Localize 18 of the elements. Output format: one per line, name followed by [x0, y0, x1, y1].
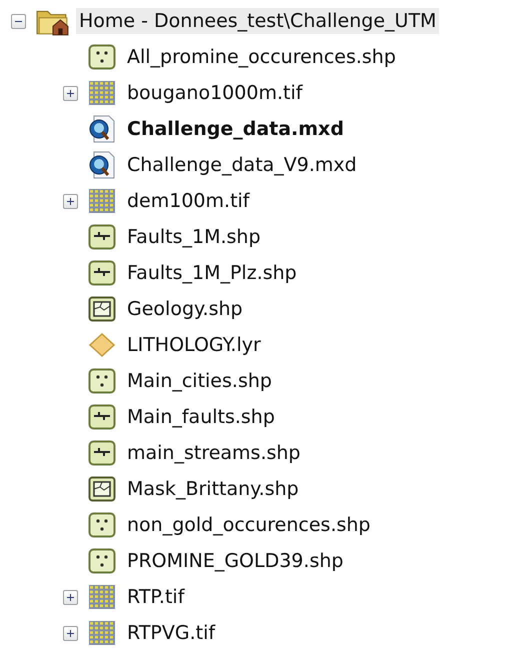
tree-item[interactable]: dem100m.tif	[124, 188, 252, 214]
tree-item[interactable]: Faults_1M_Plz.shp	[124, 260, 300, 286]
tree-item[interactable]: main_streams.shp	[124, 440, 304, 466]
tree-item[interactable]: RTP.tif	[124, 584, 188, 610]
tree-item[interactable]: Challenge_data_V9.mxd	[124, 152, 360, 178]
tree-item[interactable]: Main_cities.shp	[124, 368, 275, 394]
tree-item[interactable]: Main_faults.shp	[124, 404, 278, 430]
tree-item[interactable]: non_gold_occurences.shp	[124, 512, 374, 538]
tree-item[interactable]: Home - Donnees_test\Challenge_UTM	[76, 8, 440, 34]
tree-item[interactable]: bougano1000m.tif	[124, 80, 306, 106]
tree-item[interactable]: LITHOLOGY.lyr	[124, 332, 264, 358]
tree-item[interactable]: PROMINE_GOLD39.shp	[124, 548, 346, 574]
tree-item[interactable]: Faults_1M.shp	[124, 224, 264, 250]
tree-item[interactable]: Mask_Brittany.shp	[124, 476, 302, 502]
tree-item[interactable]: RTPVG.tif	[124, 620, 218, 646]
tree-item[interactable]: All_promine_occurences.shp	[124, 44, 399, 70]
tree-item[interactable]: Challenge_data.mxd	[124, 116, 347, 142]
tree-item[interactable]: Geology.shp	[124, 296, 246, 322]
